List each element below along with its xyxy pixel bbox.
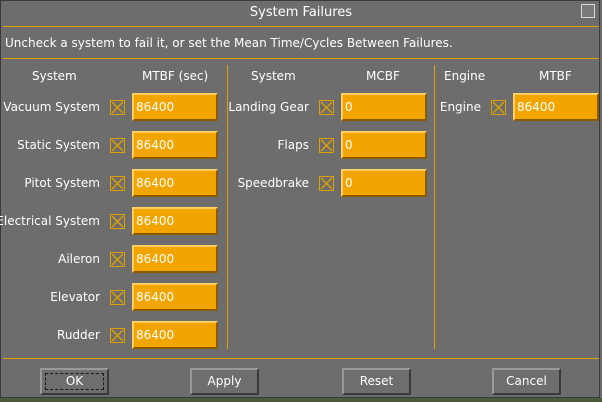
static-system-checkbox[interactable]	[110, 138, 125, 153]
system-label: Aileron	[58, 252, 100, 266]
vacuum-system-mtbf-input[interactable]	[132, 93, 218, 121]
elevator-checkbox[interactable]	[110, 290, 125, 305]
static-system-mtbf-input[interactable]	[132, 131, 218, 159]
systems-name-header: System	[32, 69, 77, 83]
check-icon	[111, 101, 124, 114]
flaps-checkbox[interactable]	[319, 138, 334, 153]
landing-gear-checkbox[interactable]	[319, 100, 334, 115]
check-icon	[111, 215, 124, 228]
check-icon	[320, 101, 333, 114]
focus-ring	[45, 373, 104, 390]
rudder-mtbf-input[interactable]	[132, 321, 218, 349]
check-icon	[111, 139, 124, 152]
flaps-mcbf-input[interactable]	[341, 131, 427, 159]
system-failures-dialog: System Failures Uncheck a system to fail…	[0, 0, 600, 398]
system-label: Static System	[17, 138, 100, 152]
reset-button-label: Reset	[359, 374, 394, 388]
speedbrake-mcbf-input[interactable]	[341, 169, 427, 197]
check-icon	[111, 177, 124, 190]
gear-name-header: System	[251, 69, 296, 83]
speedbrake-checkbox[interactable]	[319, 176, 334, 191]
system-label: Rudder	[57, 328, 100, 342]
aileron-checkbox[interactable]	[110, 252, 125, 267]
system-label: Flaps	[277, 138, 309, 152]
landing-gear-mcbf-input[interactable]	[341, 93, 427, 121]
divider	[3, 58, 599, 59]
engine-checkbox[interactable]	[491, 100, 506, 115]
reset-button[interactable]: Reset	[342, 368, 411, 395]
system-label: Electrical System	[0, 214, 100, 228]
pitot-system-checkbox[interactable]	[110, 176, 125, 191]
system-label: Landing Gear	[228, 100, 309, 114]
check-icon	[492, 101, 505, 114]
divider	[3, 26, 599, 27]
vacuum-system-checkbox[interactable]	[110, 100, 125, 115]
aileron-mtbf-input[interactable]	[132, 245, 218, 273]
column-divider	[434, 65, 435, 349]
divider	[3, 358, 599, 359]
system-label: Speedbrake	[237, 176, 309, 190]
background-strip	[0, 398, 602, 402]
engine-name-header: Engine	[444, 69, 486, 83]
ok-button[interactable]: OK	[40, 368, 109, 395]
apply-button-label: Apply	[207, 374, 242, 388]
check-icon	[320, 139, 333, 152]
apply-button[interactable]: Apply	[190, 368, 259, 395]
rudder-checkbox[interactable]	[110, 328, 125, 343]
elevator-mtbf-input[interactable]	[132, 283, 218, 311]
check-icon	[111, 329, 124, 342]
cancel-button-label: Cancel	[506, 374, 547, 388]
pitot-system-mtbf-input[interactable]	[132, 169, 218, 197]
check-icon	[320, 177, 333, 190]
system-label: Elevator	[50, 290, 100, 304]
cancel-button[interactable]: Cancel	[492, 368, 561, 395]
check-icon	[111, 291, 124, 304]
engine-mtbf-header: MTBF	[539, 69, 572, 83]
system-label: Vacuum System	[3, 100, 100, 114]
instructions-text: Uncheck a system to fail it, or set the …	[5, 36, 453, 50]
check-icon	[111, 253, 124, 266]
close-icon[interactable]	[581, 4, 595, 18]
dialog-title: System Failures	[249, 5, 353, 20]
engine-mtbf-input[interactable]	[513, 93, 599, 121]
systems-mtbf-header: MTBF (sec)	[142, 69, 209, 83]
system-label: Pitot System	[24, 176, 100, 190]
electrical-system-checkbox[interactable]	[110, 214, 125, 229]
electrical-system-mtbf-input[interactable]	[132, 207, 218, 235]
engine-label: Engine	[439, 100, 481, 114]
gear-mcbf-header: MCBF	[366, 69, 400, 83]
